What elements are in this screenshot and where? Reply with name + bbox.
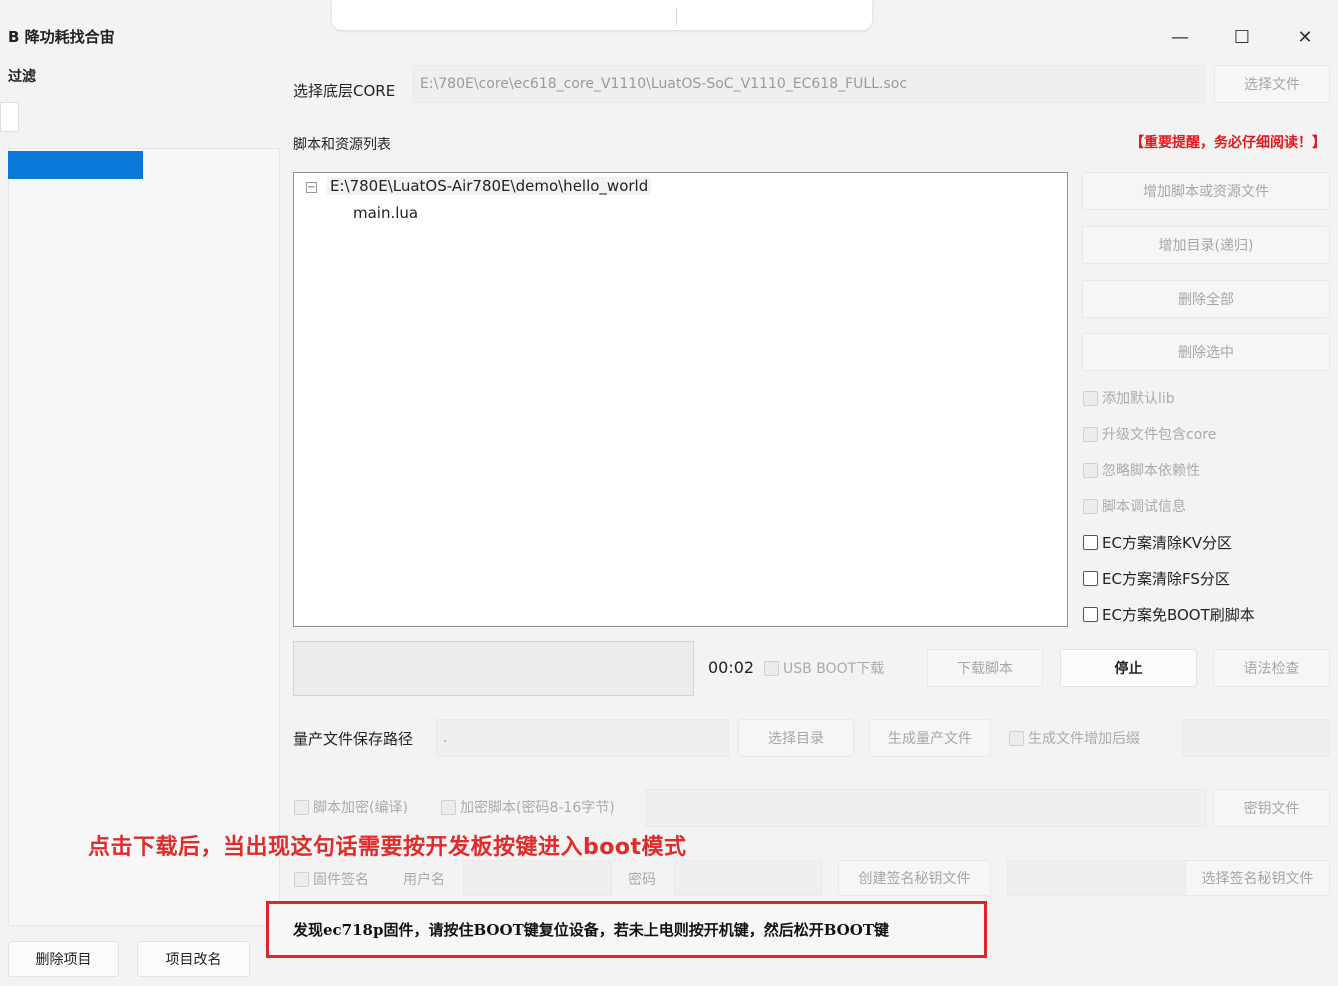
choose-core-file-button[interactable]: 选择文件 [1214,65,1330,103]
add-files-button[interactable]: 增加脚本或资源文件 [1082,172,1330,210]
maximize-button[interactable]: ☐ [1220,22,1264,52]
checkbox-label: EC方案免BOOT刷脚本 [1102,606,1255,624]
upgrade-with-core-checkbox[interactable]: 升级文件包含core [1083,424,1216,444]
checkbox-box [1083,607,1098,622]
ignore-deps-checkbox[interactable]: 忽略脚本依赖性 [1083,460,1200,480]
ec-no-boot-checkbox[interactable]: EC方案免BOOT刷脚本 [1083,604,1255,625]
password-field[interactable] [674,860,822,896]
tree-collapse-icon[interactable]: − [306,182,317,193]
encrypt-compile-checkbox[interactable]: 脚本加密(编译) [294,797,408,817]
key-file-button[interactable]: 密钥文件 [1213,789,1330,827]
minimize-button[interactable]: — [1158,22,1202,52]
delete-project-button[interactable]: 删除项目 [8,941,119,977]
encrypt-password-checkbox[interactable]: 加密脚本(密码8-16字节) [441,797,615,817]
window-title: B 降功耗找合宙 [8,28,115,46]
status-message: 发现ec718p固件，请按住BOOT键复位设备，若未上电则按开机键，然后松开BO… [293,921,889,939]
ec-clear-kv-checkbox[interactable]: EC方案清除KV分区 [1083,532,1232,553]
tree-file-node[interactable]: main.lua [353,204,418,222]
add-suffix-checkbox[interactable]: 生成文件增加后缀 [1009,728,1140,748]
core-path-field[interactable]: E:\780E\core\ec618_core_V1110\LuatOS-SoC… [413,65,1205,103]
rename-project-button[interactable]: 项目改名 [137,941,250,977]
top-tab-strip [332,0,872,30]
add-directory-button[interactable]: 增加目录(递归) [1082,226,1330,264]
mass-production-path-field[interactable]: . [436,719,729,757]
encryption-password-field[interactable] [646,789,1206,827]
filter-input[interactable] [0,102,19,132]
checkbox-box [294,871,309,887]
annotation-text: 点击下载后，当出现这句话需要按开发板按键进入boot模式 [88,835,687,860]
checkbox-box [1083,462,1098,478]
close-button[interactable]: ✕ [1283,22,1327,52]
checkbox-label: 脚本调试信息 [1102,499,1186,515]
checkbox-box [1009,730,1024,746]
core-label: 选择底层CORE [293,82,396,100]
checkbox-label: 固件签名 [313,872,369,888]
checkbox-label: 脚本加密(编译) [313,800,408,816]
username-label: 用户名 [403,872,445,888]
project-list-selected-item[interactable] [8,151,143,179]
status-message-highlight: 发现ec718p固件，请按住BOOT键复位设备，若未上电则按开机键，然后松开BO… [266,901,987,958]
download-script-button[interactable]: 下载脚本 [927,649,1043,687]
debug-info-checkbox[interactable]: 脚本调试信息 [1083,496,1186,516]
checkbox-label: USB BOOT下载 [783,661,885,677]
ec-clear-fs-checkbox[interactable]: EC方案清除FS分区 [1083,568,1230,589]
choose-directory-button[interactable]: 选择目录 [738,719,854,757]
password-label: 密码 [628,872,656,888]
suffix-field[interactable] [1182,719,1330,757]
generate-mass-file-button[interactable]: 生成量产文件 [869,719,991,757]
project-list[interactable] [8,148,280,926]
checkbox-label: 忽略脚本依赖性 [1102,463,1200,479]
filter-label: 过滤 [8,69,36,85]
checkbox-label: 添加默认lib [1102,391,1175,407]
syntax-check-button[interactable]: 语法检查 [1213,649,1330,687]
add-default-lib-checkbox[interactable]: 添加默认lib [1083,388,1175,408]
checkbox-box [1083,390,1098,406]
sign-key-path-field[interactable] [1007,860,1187,896]
elapsed-timer: 00:02 [708,658,755,677]
choose-sign-key-button[interactable]: 选择签名秘钥文件 [1185,860,1330,896]
checkbox-label: EC方案清除KV分区 [1102,534,1233,552]
checkbox-box [1083,426,1098,442]
tree-root-node[interactable]: E:\780E\LuatOS-Air780E\demo\hello_world [327,177,652,195]
checkbox-label: EC方案清除FS分区 [1102,570,1230,588]
scripts-tree[interactable]: − E:\780E\LuatOS-Air780E\demo\hello_worl… [293,172,1068,627]
tab-separator [676,8,677,26]
checkbox-label: 升级文件包含core [1102,427,1217,443]
checkbox-box [1083,498,1098,514]
checkbox-box [294,799,309,815]
checkbox-box [764,660,779,676]
stop-button[interactable]: 停止 [1060,649,1197,687]
delete-selected-button[interactable]: 删除选中 [1082,333,1330,371]
delete-all-button[interactable]: 删除全部 [1082,280,1330,318]
usb-boot-checkbox[interactable]: USB BOOT下载 [764,658,884,678]
mass-production-path-label: 量产文件保存路径 [293,730,414,748]
checkbox-label: 生成文件增加后缀 [1028,731,1140,747]
scripts-label: 脚本和资源列表 [293,137,391,153]
download-progress-bar [293,641,694,696]
checkbox-label: 加密脚本(密码8-16字节) [460,800,615,816]
firmware-sign-checkbox[interactable]: 固件签名 [294,869,369,889]
checkbox-box [1083,571,1098,586]
create-sign-key-button[interactable]: 创建签名秘钥文件 [838,860,991,896]
important-warning-link[interactable]: 【重要提醒，务必仔细阅读！】 [1130,132,1326,152]
checkbox-box [441,799,456,815]
username-field[interactable] [463,860,612,896]
checkbox-box [1083,535,1098,550]
